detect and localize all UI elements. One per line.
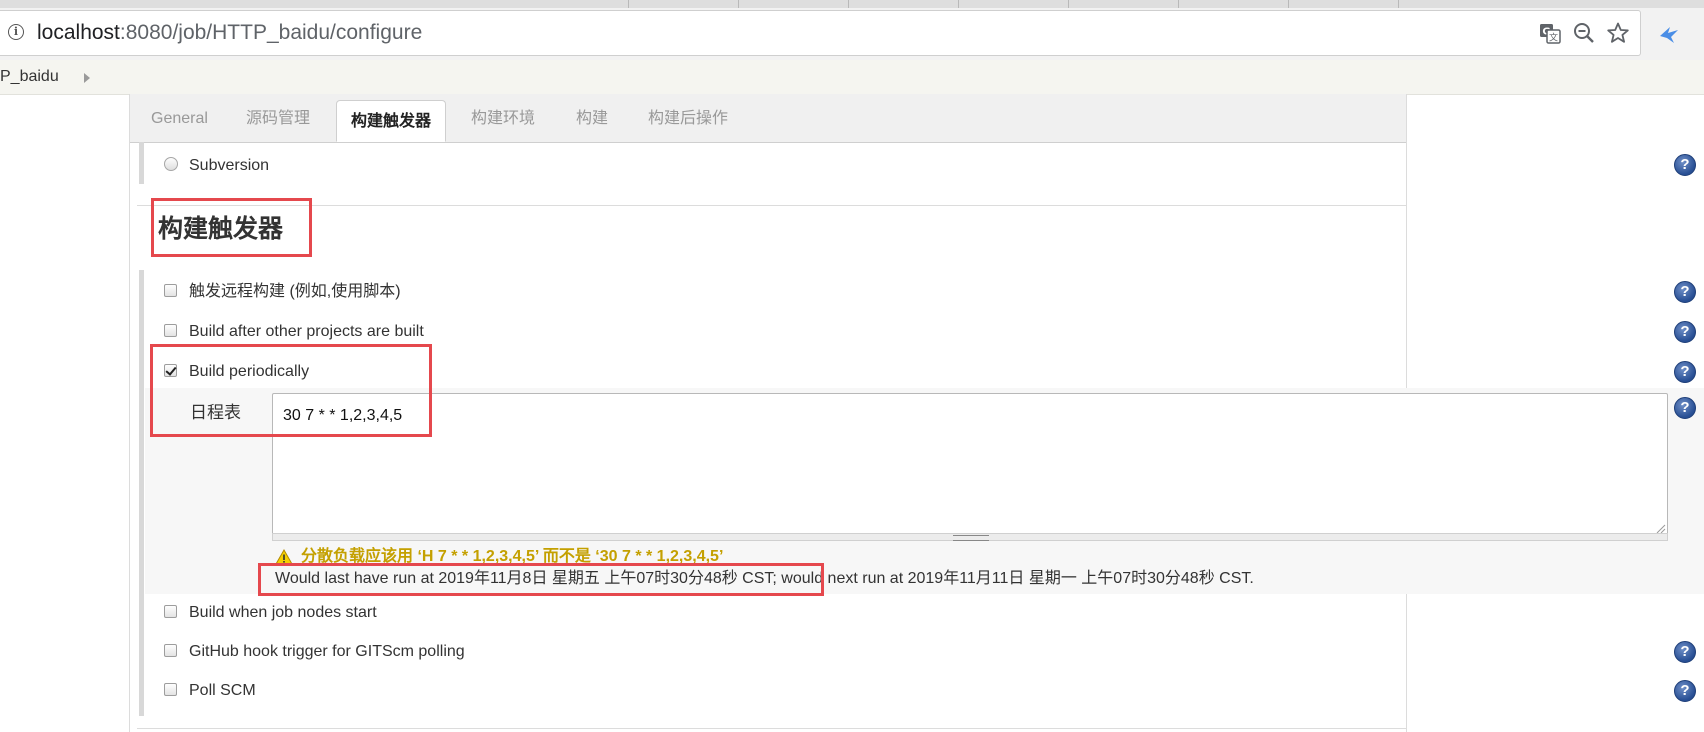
grip-lines-icon	[953, 535, 989, 541]
tab-build[interactable]: 构建	[576, 110, 608, 128]
schedule-warning-text: 分散负载应该用 ‘H 7 * * 1,2,3,4,5’ 而不是 ‘30 7 * …	[301, 548, 724, 565]
url-text[interactable]: localhost:8080/job/HTTP_baidu/configure	[37, 21, 422, 45]
poll-scm-checkbox[interactable]	[164, 683, 177, 696]
breadcrumb-arrow-icon[interactable]	[84, 73, 90, 83]
help-icon[interactable]: ?	[1674, 361, 1696, 383]
github-hook-trigger-label: GitHub hook trigger for GITScm polling	[189, 643, 465, 660]
address-bar: i localhost:8080/job/HTTP_baidu/configur…	[0, 8, 1704, 60]
browser-tab[interactable]	[1178, 0, 1289, 8]
subversion-radio[interactable]	[164, 157, 178, 171]
build-after-other-projects-label: Build after other projects are built	[189, 323, 424, 340]
warning-icon	[275, 549, 293, 565]
help-icon[interactable]: ?	[1674, 154, 1696, 176]
browser-tab[interactable]	[958, 0, 1069, 8]
tab-post-build-actions[interactable]: 构建后操作	[648, 110, 728, 128]
schedule-textarea[interactable]: 30 7 * * 1,2,3,4,5	[272, 393, 1668, 535]
browser-tab[interactable]	[1068, 0, 1179, 8]
build-when-nodes-start-checkbox[interactable]	[164, 605, 177, 618]
build-periodically-checkbox[interactable]	[164, 364, 177, 377]
build-when-nodes-start-label: Build when job nodes start	[189, 604, 377, 621]
scm-section-bar	[139, 142, 144, 184]
extension-bird-icon[interactable]	[1658, 24, 1680, 46]
textarea-resize-handle[interactable]	[272, 533, 1668, 541]
bookmark-star-icon[interactable]	[1606, 21, 1630, 45]
triggers-section-bar	[139, 270, 144, 716]
content-left-border	[129, 94, 130, 732]
browser-tab[interactable]	[1288, 0, 1399, 8]
url-omnibox[interactable]: i localhost:8080/job/HTTP_baidu/configur…	[0, 10, 1641, 56]
github-hook-trigger-checkbox[interactable]	[164, 644, 177, 657]
help-icon[interactable]: ?	[1674, 397, 1696, 419]
help-icon[interactable]: ?	[1674, 680, 1696, 702]
browser-tab[interactable]	[628, 0, 739, 8]
breadcrumb-job-link[interactable]: P_baidu	[0, 68, 59, 86]
section-divider	[137, 205, 1406, 206]
browser-tab[interactable]	[738, 0, 849, 8]
browser-tab[interactable]	[498, 0, 629, 8]
section-divider	[137, 728, 1406, 729]
url-host: localhost	[37, 21, 120, 44]
trigger-remote-label: 触发远程构建 (例如,使用脚本)	[189, 283, 401, 300]
help-icon[interactable]: ?	[1674, 641, 1696, 663]
svg-text:文: 文	[1549, 32, 1558, 44]
help-icon[interactable]: ?	[1674, 321, 1696, 343]
url-path: :8080/job/HTTP_baidu/configure	[119, 21, 423, 44]
tab-source-code-management[interactable]: 源码管理	[246, 110, 310, 128]
browser-tab[interactable]	[848, 0, 959, 8]
browser-tab-strip	[0, 0, 1704, 8]
section-title-build-triggers: 构建触发器	[158, 215, 284, 243]
schedule-label: 日程表	[190, 403, 241, 422]
zoom-out-icon[interactable]	[1572, 21, 1596, 45]
tab-general[interactable]: General	[151, 110, 208, 128]
subversion-label: Subversion	[189, 157, 270, 174]
schedule-run-info-text: Would last have run at 2019年11月8日 星期五 上午…	[275, 570, 1254, 587]
poll-scm-label: Poll SCM	[189, 682, 256, 699]
build-after-other-projects-checkbox[interactable]	[164, 324, 177, 337]
help-icon[interactable]: ?	[1674, 281, 1696, 303]
build-periodically-label: Build periodically	[189, 363, 310, 380]
site-info-icon[interactable]: i	[8, 24, 24, 40]
breadcrumb: P_baidu	[0, 60, 1704, 95]
translate-icon[interactable]: G 文	[1538, 21, 1562, 45]
config-tab-bar: General 源码管理 构建触发器 构建环境 构建 构建后操作	[130, 94, 1406, 143]
tab-build-environment[interactable]: 构建环境	[471, 110, 535, 128]
tab-build-triggers[interactable]: 构建触发器	[336, 100, 447, 142]
trigger-remote-checkbox[interactable]	[164, 284, 177, 297]
